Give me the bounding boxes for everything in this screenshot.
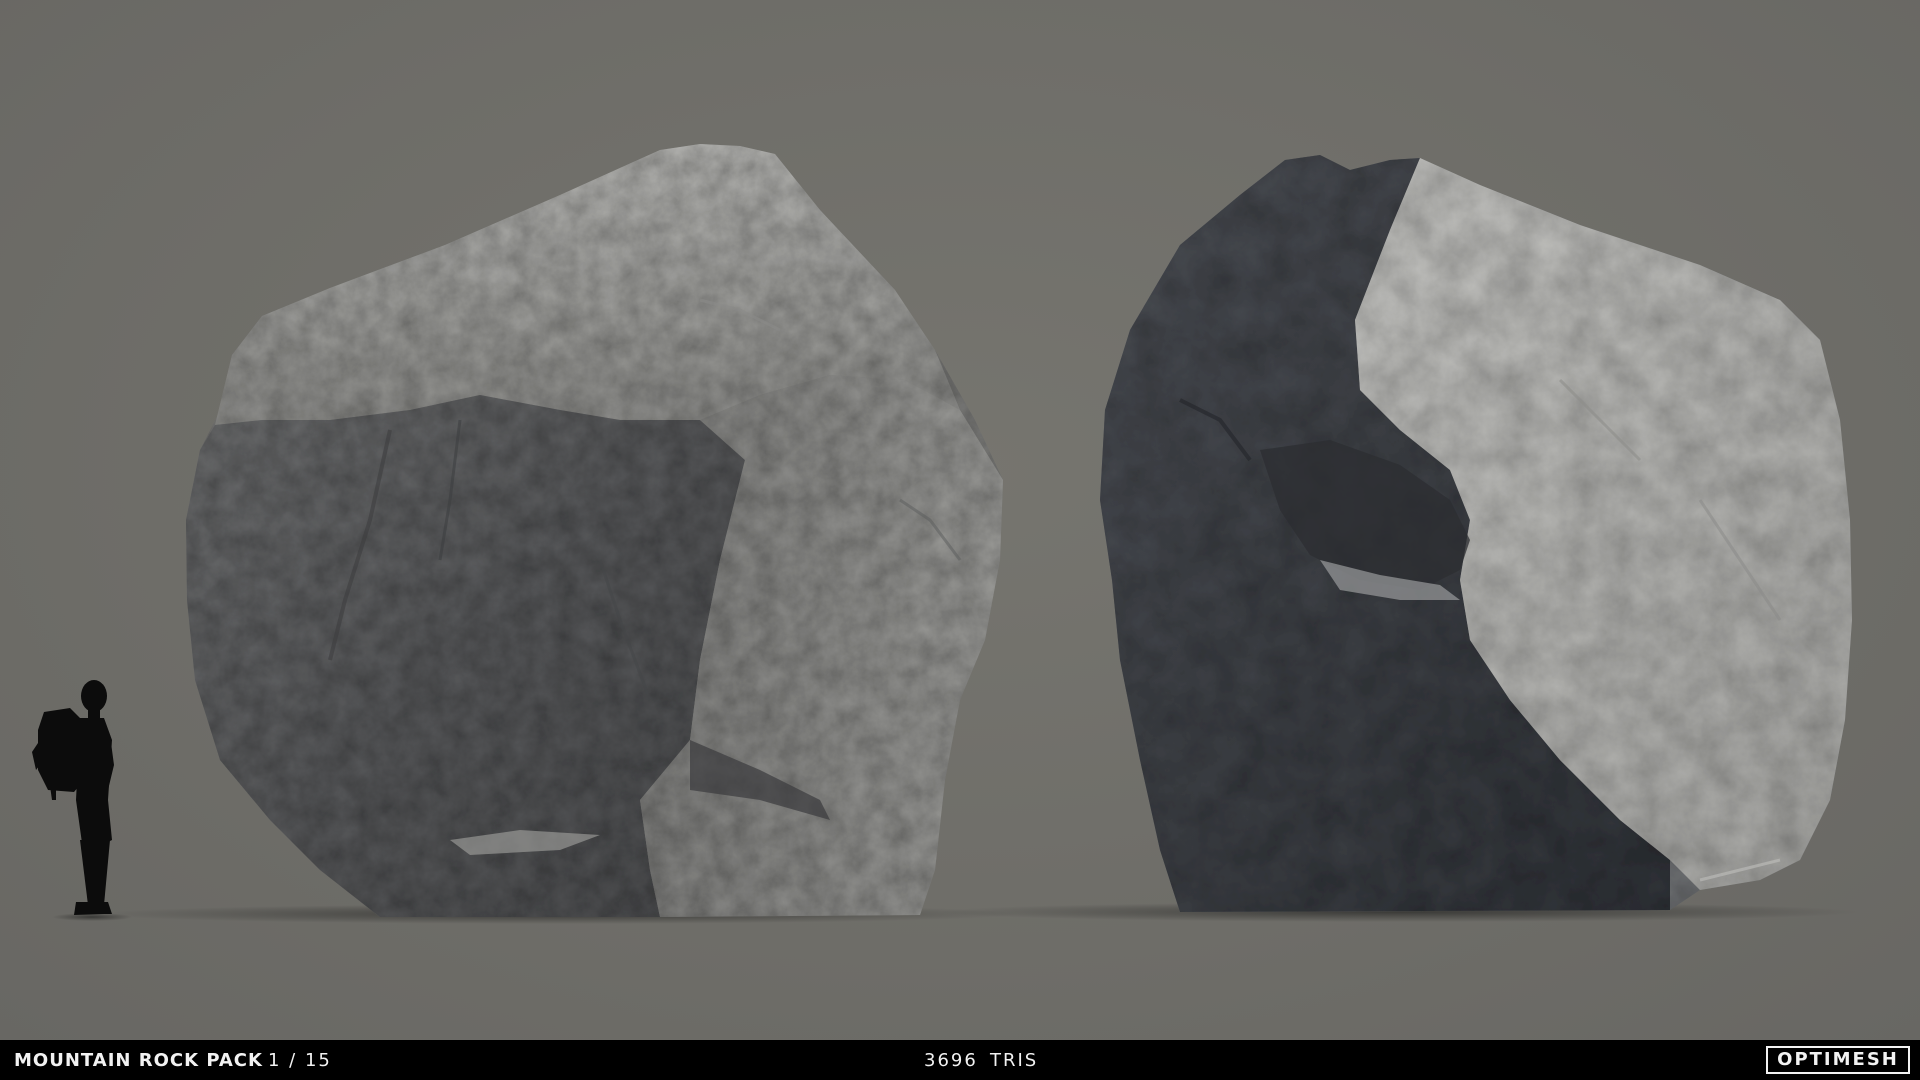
pack-title: MOUNTAIN ROCK PACK — [14, 1050, 263, 1071]
scene-svg — [32, 144, 1860, 924]
person-silhouette — [32, 680, 114, 915]
info-footer-bar: MOUNTAIN ROCK PACK 1 / 15 3696 TRIS OPTI… — [0, 1040, 1920, 1080]
brand-logo: OPTIMESH — [1766, 1046, 1910, 1074]
pack-index: 1 / 15 — [268, 1050, 332, 1071]
render-viewport — [0, 0, 1920, 1040]
triangle-label: TRIS — [990, 1050, 1039, 1071]
triangle-count: 3696 — [924, 1050, 978, 1071]
rock-left — [186, 144, 1003, 917]
rock-right — [1100, 155, 1852, 912]
